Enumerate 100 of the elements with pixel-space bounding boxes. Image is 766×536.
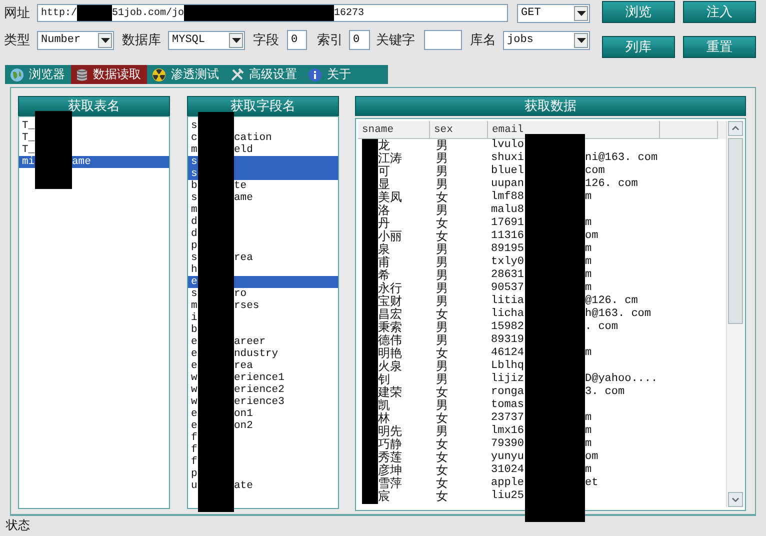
field-name-item[interactable]: e xyxy=(188,336,198,348)
dropdown[interactable]: Number xyxy=(37,30,114,50)
field-name-item[interactable]: f xyxy=(188,444,198,456)
action-button[interactable]: 注入 xyxy=(683,1,756,23)
field-name-item[interactable]: s xyxy=(188,288,198,300)
field-name-item[interactable]: rses xyxy=(234,300,338,312)
field-name-item[interactable] xyxy=(234,276,338,288)
field-name-item[interactable]: w xyxy=(188,396,198,408)
tab[interactable]: 浏览器 xyxy=(5,65,71,84)
field-name-item[interactable]: u xyxy=(188,480,198,492)
field-name-item[interactable]: erience1 xyxy=(234,372,338,384)
data-cell-text: litia @126. cm xyxy=(490,295,638,308)
field-name-item[interactable]: s xyxy=(188,120,198,132)
field-name-item[interactable]: i xyxy=(188,312,198,324)
address-field[interactable]: http:/ 51job.com/jo 16273 xyxy=(37,4,508,22)
field-name-item[interactable]: m xyxy=(188,204,198,216)
field-name-item[interactable]: e xyxy=(188,408,198,420)
dropdown[interactable]: GET xyxy=(517,4,590,22)
field-name-item[interactable]: s xyxy=(188,168,198,180)
field-name-item[interactable]: erience2 xyxy=(234,384,338,396)
field-name-item[interactable]: f xyxy=(188,432,198,444)
field-name-item[interactable]: te xyxy=(234,180,338,192)
field-name-item[interactable]: s xyxy=(188,156,198,168)
field-name-item[interactable]: on1 xyxy=(234,408,338,420)
field-name-item[interactable]: d xyxy=(188,216,198,228)
field-name-item[interactable]: eld xyxy=(234,144,338,156)
field-name-item[interactable]: m xyxy=(188,144,198,156)
field-name-item[interactable]: b xyxy=(188,180,198,192)
data-cell-text: 男 xyxy=(435,425,449,438)
scrollbar[interactable] xyxy=(726,121,744,507)
field-name-item[interactable]: ndustry xyxy=(234,348,338,360)
data-cell-text: 女 xyxy=(435,477,449,490)
field-name-item[interactable]: e xyxy=(188,420,198,432)
field-name-item[interactable]: areer xyxy=(234,336,338,348)
redaction-bar xyxy=(77,5,112,21)
tab[interactable]: 高级设置 xyxy=(225,65,303,84)
field-name-item[interactable]: cation xyxy=(234,132,338,144)
field-name-item[interactable]: h xyxy=(188,264,198,276)
field-name-item[interactable]: c xyxy=(188,132,198,144)
field-name-item[interactable]: d xyxy=(188,228,198,240)
field-name-item[interactable] xyxy=(234,156,338,168)
data-cell-text: 显 xyxy=(377,178,391,191)
action-button[interactable]: 列库 xyxy=(602,36,675,58)
data-cell-text: 15982 . com xyxy=(490,321,618,334)
scroll-up-icon[interactable] xyxy=(728,121,744,136)
data-cell-text: 男 xyxy=(435,373,449,386)
number-field[interactable]: 0 xyxy=(349,30,370,50)
table-name-item[interactable]: ame xyxy=(72,156,169,168)
data-cell-text: 女 xyxy=(435,451,449,464)
table-name-item[interactable]: T_ xyxy=(19,120,35,132)
data-cell-text: 男 xyxy=(435,269,449,282)
tab[interactable]: 数据读取 xyxy=(71,65,147,84)
field-name-item[interactable]: s xyxy=(188,192,198,204)
data-cell-text: liu25 xyxy=(490,490,525,503)
column-header[interactable]: sex xyxy=(430,121,488,139)
field-name-item[interactable]: e xyxy=(188,348,198,360)
field-name-item[interactable]: p xyxy=(188,240,198,252)
field-name-item[interactable]: f xyxy=(188,456,198,468)
field-name-item[interactable]: p xyxy=(188,468,198,480)
field-name-item[interactable]: ate xyxy=(234,480,338,492)
data-cell-text: bluel com xyxy=(490,165,605,178)
action-button[interactable]: 浏览 xyxy=(602,1,675,23)
field-name-item[interactable]: e xyxy=(188,360,198,372)
data-cell-text: 男 xyxy=(435,334,449,347)
data-cell-text: 男 xyxy=(435,282,449,295)
table-name-item[interactable]: T_ xyxy=(19,132,35,144)
number-field[interactable] xyxy=(424,30,462,50)
tab[interactable]: 渗透测试 xyxy=(147,65,225,84)
action-button[interactable]: 重置 xyxy=(683,36,756,58)
field-name-item[interactable]: m xyxy=(188,300,198,312)
field-name-item[interactable]: s xyxy=(188,252,198,264)
caret-icon xyxy=(576,10,586,16)
field-name-item[interactable]: rea xyxy=(234,252,338,264)
data-cell-text: licha h@163. com xyxy=(490,308,652,321)
number-field[interactable]: 0 xyxy=(287,30,307,50)
field-name-item[interactable]: ame xyxy=(234,192,338,204)
column-header[interactable] xyxy=(660,121,718,139)
data-cell-text: 凯 xyxy=(377,399,391,412)
field-name-item[interactable]: b xyxy=(188,324,198,336)
tools-icon xyxy=(230,68,244,82)
field-name-item[interactable]: rea xyxy=(234,360,338,372)
field-name-item[interactable]: on2 xyxy=(234,420,338,432)
table-name-item[interactable]: mi xyxy=(19,156,35,168)
field-name-item[interactable] xyxy=(234,168,338,180)
dropdown[interactable]: MYSQL xyxy=(168,30,245,50)
data-cell-text: 28631 m xyxy=(490,269,592,282)
tab[interactable]: 关于 xyxy=(303,65,357,84)
dropdown[interactable]: jobs xyxy=(503,30,590,50)
field-name-item[interactable]: w xyxy=(188,384,198,396)
data-cell-text: apple et xyxy=(490,477,598,490)
field-name-item[interactable]: e xyxy=(188,276,198,288)
scroll-down-icon[interactable] xyxy=(728,492,744,507)
field-name-item[interactable]: ro xyxy=(234,288,338,300)
table-name-item[interactable]: T_ xyxy=(19,144,35,156)
field-name-item[interactable]: w xyxy=(188,372,198,384)
data-cell-text: 女 xyxy=(435,191,449,204)
data-cell-text: txly0 m xyxy=(490,256,592,269)
data-cell-text: 男 xyxy=(435,243,449,256)
field-name-item[interactable]: erience3 xyxy=(234,396,338,408)
data-cell-text: ronga 3. com xyxy=(490,386,625,399)
